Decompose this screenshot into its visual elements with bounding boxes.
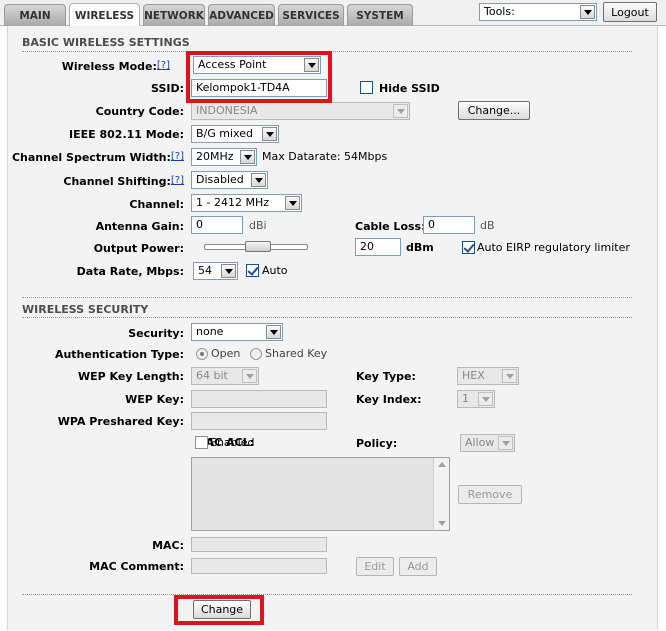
chevron-down-icon xyxy=(251,173,266,187)
remove-button[interactable]: Remove xyxy=(458,485,522,504)
hide-ssid-checkbox[interactable] xyxy=(360,81,373,94)
policy-label: Policy: xyxy=(356,437,398,450)
output-power-label: Output Power: xyxy=(93,242,184,255)
max-datarate-text: Max Datarate: 54Mbps xyxy=(262,150,388,163)
wpa-key-input xyxy=(191,412,327,430)
help-link[interactable]: [?] xyxy=(171,151,184,162)
hide-ssid-label: Hide SSID xyxy=(379,82,440,95)
tools-dropdown[interactable]: Tools: xyxy=(479,3,597,21)
mac-input xyxy=(191,537,327,552)
section-divider xyxy=(22,297,632,298)
chevron-down-icon xyxy=(498,436,513,450)
wpa-key-label: WPA Preshared Key: xyxy=(57,415,184,428)
help-link[interactable]: [?] xyxy=(157,60,170,71)
cable-loss-input[interactable]: 0 xyxy=(423,216,475,234)
antenna-gain-label: Antenna Gain: xyxy=(95,220,184,233)
auto-eirp-label: Auto EIRP regulatory limiter xyxy=(477,241,630,254)
tab-main[interactable]: MAIN xyxy=(4,4,66,26)
mac-acl-list[interactable] xyxy=(191,457,450,531)
auth-open-radio[interactable] xyxy=(196,348,208,360)
section-divider xyxy=(22,317,632,318)
wireless-security-title: WIRELESS SECURITY xyxy=(22,303,149,316)
tab-advanced[interactable]: ADVANCED xyxy=(208,4,275,26)
tab-wireless[interactable]: WIRELESS xyxy=(69,3,140,27)
channel-shifting-label: Channel Shifting:[?] xyxy=(63,175,184,188)
mac-acl-enabled-label: Enabled xyxy=(210,436,255,449)
chevron-down-icon xyxy=(393,104,408,118)
country-code-label: Country Code: xyxy=(95,105,184,118)
chevron-down-icon xyxy=(304,58,319,72)
channel-shifting-select[interactable]: Disabled xyxy=(191,171,268,189)
data-rate-auto-label: Auto xyxy=(262,264,288,277)
spectrum-width-label: Channel Spectrum Width:[?] xyxy=(11,151,184,164)
chevron-down-icon xyxy=(502,369,517,383)
ssid-label: SSID: xyxy=(151,82,184,95)
key-type-select: HEX xyxy=(457,367,519,385)
scroll-up-icon[interactable] xyxy=(438,462,446,467)
country-change-button[interactable]: Change... xyxy=(458,101,530,120)
tab-services[interactable]: SERVICES xyxy=(278,4,344,26)
wireless-mode-label: Wireless Mode:[?] xyxy=(61,60,170,73)
ieee-mode-select[interactable]: B/G mixed xyxy=(191,125,279,143)
cable-loss-unit: dB xyxy=(480,219,495,232)
security-label: Security: xyxy=(128,327,184,340)
antenna-unit: dBi xyxy=(249,219,267,232)
scrollbar[interactable] xyxy=(433,458,449,530)
auth-type-label: Authentication Type: xyxy=(54,348,184,361)
top-nav-bar: MAIN WIRELESS NETWORK ADVANCED SERVICES … xyxy=(0,0,666,27)
edit-button[interactable]: Edit xyxy=(356,557,394,576)
chevron-down-icon xyxy=(266,325,281,339)
antenna-gain-input[interactable]: 0 xyxy=(191,216,243,234)
section-divider xyxy=(22,51,632,52)
chevron-down-icon xyxy=(580,5,595,19)
tools-dropdown-value: Tools: xyxy=(484,5,515,18)
tab-system[interactable]: SYSTEM xyxy=(347,4,413,26)
channel-select[interactable]: 1 - 2412 MHz xyxy=(191,194,302,212)
key-index-select: 1 xyxy=(457,390,495,408)
ieee-mode-label: IEEE 802.11 Mode: xyxy=(69,128,184,141)
channel-label: Channel: xyxy=(129,198,184,211)
spectrum-width-select[interactable]: 20MHz xyxy=(191,148,257,166)
mac-acl-checkbox[interactable] xyxy=(195,436,208,449)
data-rate-select[interactable]: 54 xyxy=(193,262,238,280)
mac-comment-label: MAC Comment: xyxy=(89,560,184,573)
data-rate-label: Data Rate, Mbps: xyxy=(76,265,184,278)
chevron-down-icon xyxy=(240,150,255,164)
output-power-input[interactable]: 20 xyxy=(355,238,401,256)
auth-shared-radio[interactable] xyxy=(250,348,262,360)
wep-key-label: WEP Key: xyxy=(125,393,184,406)
add-button[interactable]: Add xyxy=(399,557,437,576)
chevron-down-icon xyxy=(221,264,236,278)
security-select[interactable]: none xyxy=(191,323,283,341)
change-submit-button[interactable]: Change xyxy=(193,600,251,619)
chevron-down-icon xyxy=(478,392,493,406)
slider-thumb[interactable] xyxy=(245,241,271,252)
logout-button[interactable]: Logout xyxy=(603,2,657,22)
tab-network[interactable]: NETWORK xyxy=(143,4,205,26)
basic-settings-title: BASIC WIRELESS SETTINGS xyxy=(22,36,190,49)
key-index-label: Key Index: xyxy=(356,393,422,406)
help-link[interactable]: [?] xyxy=(171,175,184,186)
wep-key-input xyxy=(191,390,327,408)
auth-open-label: Open xyxy=(211,347,241,360)
auth-shared-label: Shared Key xyxy=(265,347,328,360)
wep-length-label: WEP Key Length: xyxy=(78,370,184,383)
country-code-select: INDONESIA xyxy=(191,102,410,120)
chevron-down-icon xyxy=(262,127,277,141)
ssid-input[interactable]: Kelompok1-TD4A xyxy=(191,79,327,97)
mac-comment-input xyxy=(191,558,327,574)
scroll-down-icon[interactable] xyxy=(438,521,446,526)
data-rate-auto-checkbox[interactable] xyxy=(246,264,259,277)
chevron-down-icon xyxy=(285,196,300,210)
chevron-down-icon xyxy=(242,369,257,383)
key-type-label: Key Type: xyxy=(356,370,416,383)
mac-label: MAC: xyxy=(152,539,184,552)
wep-length-select: 64 bit xyxy=(191,367,259,385)
auto-eirp-checkbox[interactable] xyxy=(462,241,475,254)
wireless-mode-select[interactable]: Access Point xyxy=(193,56,321,74)
policy-select: Allow xyxy=(460,434,515,452)
cable-loss-label: Cable Loss: xyxy=(355,220,426,233)
section-divider xyxy=(22,594,632,595)
output-power-unit: dBm xyxy=(406,241,434,254)
